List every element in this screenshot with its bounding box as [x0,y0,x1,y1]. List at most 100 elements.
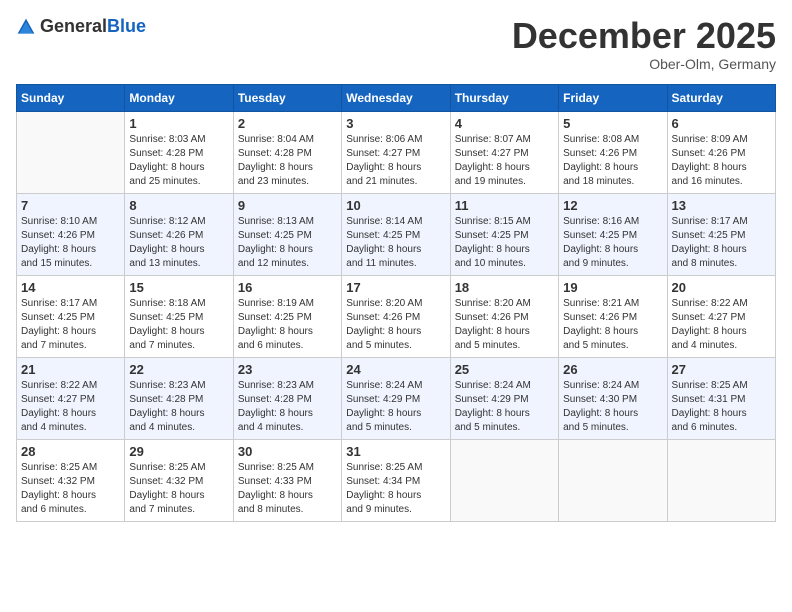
day-info: Sunrise: 8:23 AM Sunset: 4:28 PM Dayligh… [129,379,228,435]
week-row-4: 21Sunrise: 8:22 AM Sunset: 4:27 PM Dayli… [17,357,776,439]
location-subtitle: Ober-Olm, Germany [512,56,776,72]
month-title: December 2025 [512,16,776,56]
week-row-1: 1 Sunrise: 8:03 AM Sunset: 4:28 PM Daylig… [17,111,776,193]
calendar-cell: 7 Sunrise: 8:10 AM Sunset: 4:26 PM Daylig… [17,193,125,275]
day-info: Sunrise: 8:23 AM Sunset: 4:28 PM Dayligh… [238,379,337,435]
day-number: 24 [346,362,445,377]
weekday-header-wednesday: Wednesday [342,84,450,111]
day-number: 28 [21,444,120,459]
calendar-cell: 21Sunrise: 8:22 AM Sunset: 4:27 PM Dayli… [17,357,125,439]
day-info: Sunrise: 8:24 AM Sunset: 4:29 PM Dayligh… [455,379,554,435]
day-info: Sunrise: 8:06 AM Sunset: 4:27 PM Dayligh… [346,133,445,189]
day-info: Sunrise: 8:17 AM Sunset: 4:25 PM Dayligh… [672,215,771,271]
calendar-cell: 8Sunrise: 8:12 AM Sunset: 4:26 PM Daylig… [125,193,233,275]
weekday-header-thursday: Thursday [450,84,558,111]
calendar-cell: 4 Sunrise: 8:07 AM Sunset: 4:27 PM Daylig… [450,111,558,193]
calendar-cell: 9 Sunrise: 8:13 AM Sunset: 4:25 PM Daylig… [233,193,341,275]
day-number: 31 [346,444,445,459]
calendar-cell: 31 Sunrise: 8:25 AM Sunset: 4:34 PM Dayli… [342,439,450,521]
day-number: 23 [238,362,337,377]
day-number: 16 [238,280,337,295]
day-number: 18 [455,280,554,295]
day-info: Sunrise: 8:14 AM Sunset: 4:25 PM Dayligh… [346,215,445,271]
calendar-table: SundayMondayTuesdayWednesdayThursdayFrid… [16,84,776,522]
calendar-cell: 3 Sunrise: 8:06 AM Sunset: 4:27 PM Daylig… [342,111,450,193]
day-info: Sunrise: 8:25 AM Sunset: 4:33 PM Dayligh… [238,461,337,517]
calendar-cell: 30 Sunrise: 8:25 AM Sunset: 4:33 PM Dayli… [233,439,341,521]
day-info: Sunrise: 8:25 AM Sunset: 4:32 PM Dayligh… [129,461,228,517]
calendar-cell: 12Sunrise: 8:16 AM Sunset: 4:25 PM Dayli… [559,193,667,275]
day-number: 13 [672,198,771,213]
day-info: Sunrise: 8:04 AM Sunset: 4:28 PM Dayligh… [238,133,337,189]
calendar-cell: 17 Sunrise: 8:20 AM Sunset: 4:26 PM Dayli… [342,275,450,357]
calendar-cell: 16 Sunrise: 8:19 AM Sunset: 4:25 PM Dayli… [233,275,341,357]
calendar-cell: 5 Sunrise: 8:08 AM Sunset: 4:26 PM Daylig… [559,111,667,193]
weekday-header-sunday: Sunday [17,84,125,111]
day-number: 30 [238,444,337,459]
day-info: Sunrise: 8:22 AM Sunset: 4:27 PM Dayligh… [672,297,771,353]
day-number: 6 [672,116,771,131]
day-number: 9 [238,198,337,213]
day-info: Sunrise: 8:12 AM Sunset: 4:26 PM Dayligh… [129,215,228,271]
day-number: 5 [563,116,662,131]
day-number: 26 [563,362,662,377]
day-info: Sunrise: 8:18 AM Sunset: 4:25 PM Dayligh… [129,297,228,353]
week-row-3: 14Sunrise: 8:17 AM Sunset: 4:25 PM Dayli… [17,275,776,357]
day-info: Sunrise: 8:15 AM Sunset: 4:25 PM Dayligh… [455,215,554,271]
calendar-cell: 25Sunrise: 8:24 AM Sunset: 4:29 PM Dayli… [450,357,558,439]
day-info: Sunrise: 8:24 AM Sunset: 4:29 PM Dayligh… [346,379,445,435]
day-number: 4 [455,116,554,131]
day-info: Sunrise: 8:24 AM Sunset: 4:30 PM Dayligh… [563,379,662,435]
calendar-cell: 19 Sunrise: 8:21 AM Sunset: 4:26 PM Dayli… [559,275,667,357]
day-number: 1 [129,116,228,131]
day-info: Sunrise: 8:13 AM Sunset: 4:25 PM Dayligh… [238,215,337,271]
calendar-cell: 11 Sunrise: 8:15 AM Sunset: 4:25 PM Dayli… [450,193,558,275]
calendar-cell: 14Sunrise: 8:17 AM Sunset: 4:25 PM Dayli… [17,275,125,357]
day-number: 20 [672,280,771,295]
day-number: 10 [346,198,445,213]
weekday-header-tuesday: Tuesday [233,84,341,111]
day-number: 7 [21,198,120,213]
calendar-cell [450,439,558,521]
weekday-header-monday: Monday [125,84,233,111]
day-number: 14 [21,280,120,295]
calendar-cell: 28 Sunrise: 8:25 AM Sunset: 4:32 PM Dayli… [17,439,125,521]
day-number: 11 [455,198,554,213]
day-info: Sunrise: 8:25 AM Sunset: 4:34 PM Dayligh… [346,461,445,517]
week-row-2: 7 Sunrise: 8:10 AM Sunset: 4:26 PM Daylig… [17,193,776,275]
calendar-cell: 15Sunrise: 8:18 AM Sunset: 4:25 PM Dayli… [125,275,233,357]
day-info: Sunrise: 8:20 AM Sunset: 4:26 PM Dayligh… [346,297,445,353]
day-info: Sunrise: 8:19 AM Sunset: 4:25 PM Dayligh… [238,297,337,353]
weekday-header-row: SundayMondayTuesdayWednesdayThursdayFrid… [17,84,776,111]
calendar-cell: 29 Sunrise: 8:25 AM Sunset: 4:32 PM Dayli… [125,439,233,521]
title-area: December 2025 Ober-Olm, Germany [512,16,776,72]
day-info: Sunrise: 8:25 AM Sunset: 4:32 PM Dayligh… [21,461,120,517]
day-info: Sunrise: 8:09 AM Sunset: 4:26 PM Dayligh… [672,133,771,189]
day-info: Sunrise: 8:10 AM Sunset: 4:26 PM Dayligh… [21,215,120,271]
day-info: Sunrise: 8:21 AM Sunset: 4:26 PM Dayligh… [563,297,662,353]
day-info: Sunrise: 8:03 AM Sunset: 4:28 PM Dayligh… [129,133,228,189]
calendar-cell: 24 Sunrise: 8:24 AM Sunset: 4:29 PM Dayli… [342,357,450,439]
day-info: Sunrise: 8:08 AM Sunset: 4:26 PM Dayligh… [563,133,662,189]
day-number: 27 [672,362,771,377]
calendar-cell: 1 Sunrise: 8:03 AM Sunset: 4:28 PM Daylig… [125,111,233,193]
day-number: 29 [129,444,228,459]
day-number: 19 [563,280,662,295]
calendar-cell [559,439,667,521]
weekday-header-friday: Friday [559,84,667,111]
logo-text-general: General [40,16,107,36]
day-number: 3 [346,116,445,131]
day-info: Sunrise: 8:22 AM Sunset: 4:27 PM Dayligh… [21,379,120,435]
weekday-header-saturday: Saturday [667,84,775,111]
page-header: GeneralBlue December 2025 Ober-Olm, Germ… [16,16,776,72]
calendar-cell: 2 Sunrise: 8:04 AM Sunset: 4:28 PM Daylig… [233,111,341,193]
day-info: Sunrise: 8:07 AM Sunset: 4:27 PM Dayligh… [455,133,554,189]
logo-text-blue: Blue [107,16,146,36]
calendar-cell [667,439,775,521]
day-number: 17 [346,280,445,295]
day-info: Sunrise: 8:25 AM Sunset: 4:31 PM Dayligh… [672,379,771,435]
day-number: 2 [238,116,337,131]
logo: GeneralBlue [16,16,146,37]
calendar-cell: 22Sunrise: 8:23 AM Sunset: 4:28 PM Dayli… [125,357,233,439]
calendar-cell: 13 Sunrise: 8:17 AM Sunset: 4:25 PM Dayli… [667,193,775,275]
